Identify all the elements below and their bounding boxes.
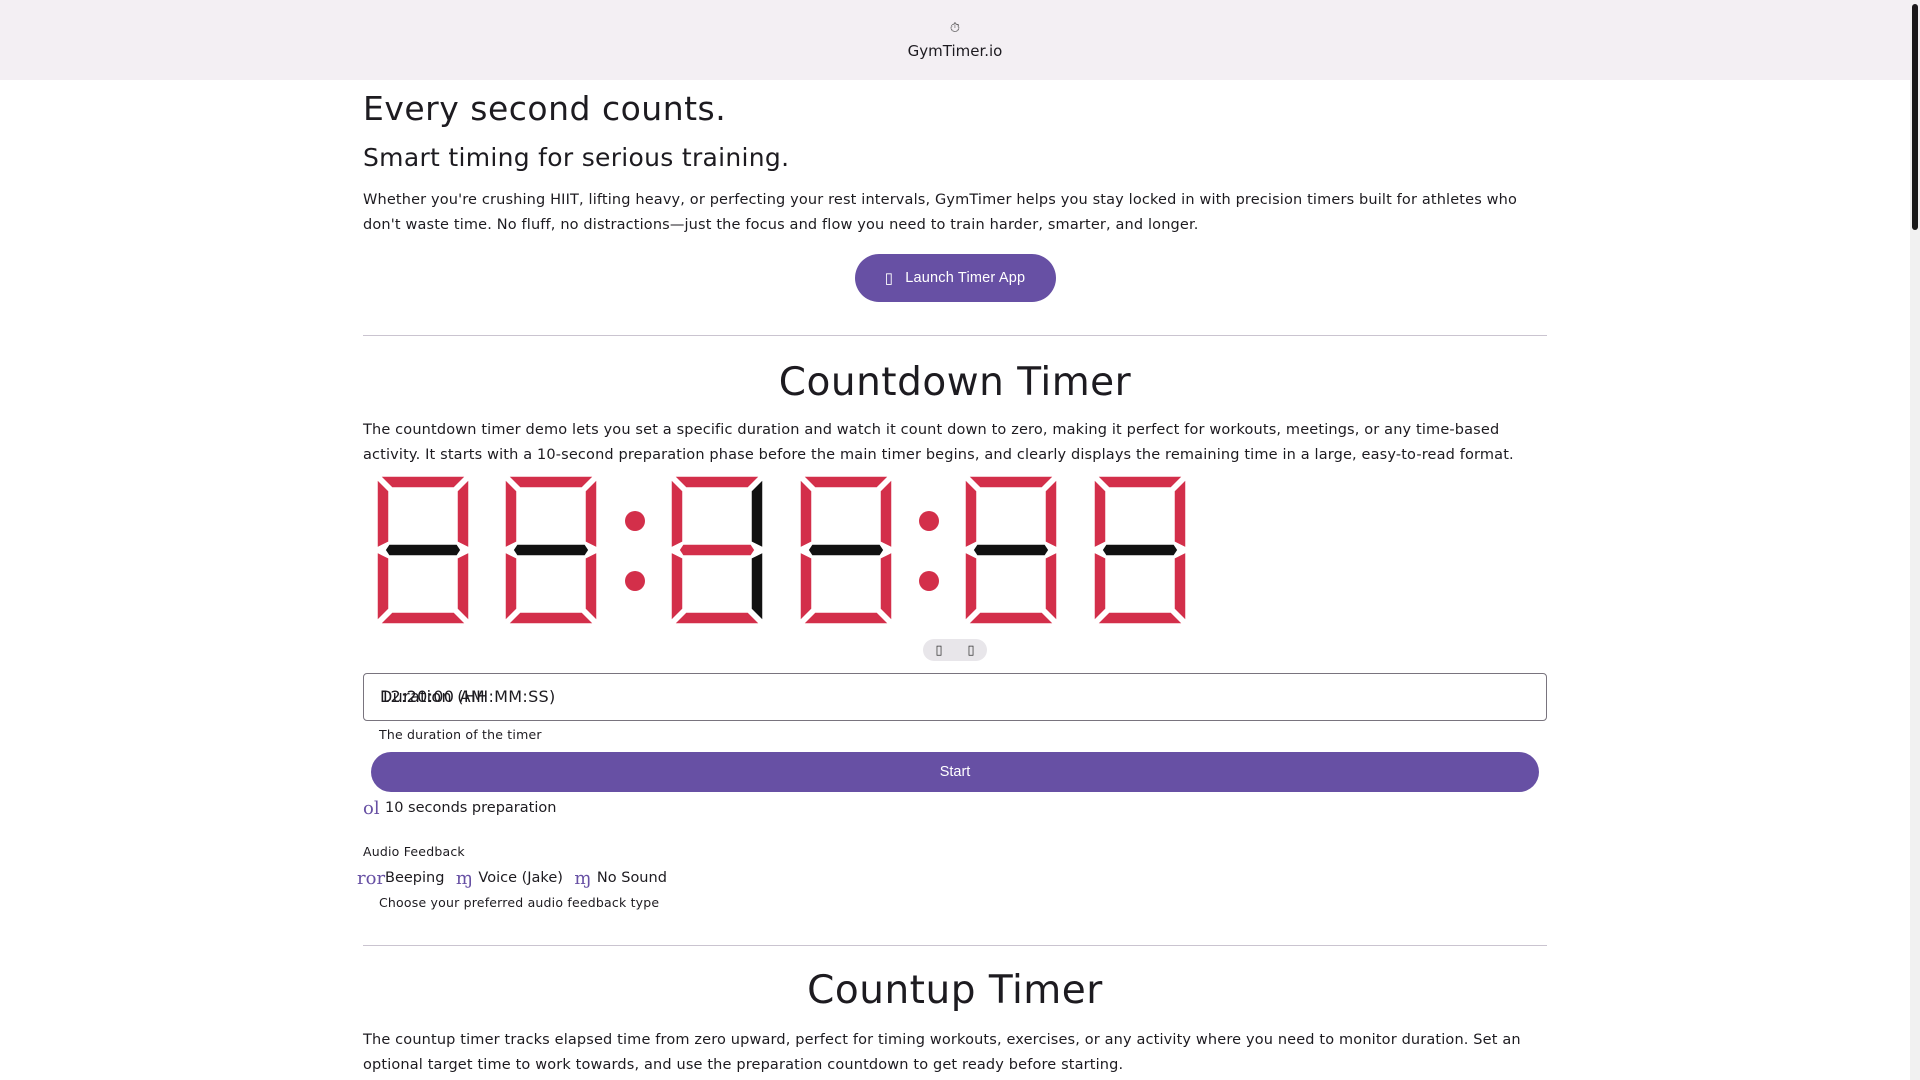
segment-g	[384, 543, 462, 557]
segment-b	[456, 477, 470, 550]
hero-title: Every second counts.	[363, 89, 727, 128]
display-digit	[670, 475, 764, 625]
preparation-toggle[interactable]: ol 10 seconds preparation	[363, 796, 1547, 820]
audio-option-no-sound[interactable]: ɱ No Sound	[569, 868, 667, 889]
segment-b	[1044, 477, 1058, 550]
timer-icon[interactable]: ⏱	[950, 20, 960, 38]
segment-f	[799, 477, 813, 550]
checkbox-icon[interactable]: ol	[363, 798, 385, 819]
audio-option-label: No Sound	[596, 870, 667, 886]
main-content: Every second counts. Smart timing for se…	[357, 80, 1547, 1077]
radio-icon[interactable]: ɱ	[450, 868, 478, 889]
segment-b	[584, 477, 598, 550]
segment-d	[378, 611, 468, 625]
segment-f	[1093, 477, 1107, 550]
display-digit	[964, 475, 1058, 625]
segment-b	[879, 477, 893, 550]
colon-dot	[625, 571, 645, 591]
segment-g	[972, 543, 1050, 557]
segment-e	[504, 550, 518, 623]
radio-icon[interactable]: ɱ	[569, 868, 597, 889]
segment-c	[879, 550, 893, 623]
countdown-title: Countdown Timer	[778, 360, 1132, 405]
audio-helper: Choose your preferred audio feedback typ…	[379, 895, 660, 910]
segment-e	[670, 550, 684, 623]
audio-feedback-label: Audio Feedback	[363, 844, 465, 859]
section-divider	[363, 945, 1547, 946]
audio-option-voice[interactable]: ɱ Voice (Jake)	[450, 868, 563, 889]
audio-option-label: Beeping	[385, 870, 445, 886]
display-mode-toggle[interactable]: ▯ ▯	[923, 639, 987, 661]
segment-f	[964, 477, 978, 550]
segment-d	[1095, 611, 1185, 625]
duration-field[interactable]: 12:20:00 AM Duration (HH:MM:SS)	[363, 673, 1547, 721]
segment-e	[799, 550, 813, 623]
segment-a	[506, 475, 596, 489]
toggle-left-icon[interactable]: ▯	[935, 643, 942, 658]
display-toggle: ▯ ▯	[363, 639, 1547, 661]
segment-b	[1173, 477, 1187, 550]
segment-a	[378, 475, 468, 489]
display-digit	[799, 475, 893, 625]
segment-b	[750, 477, 764, 550]
segment-g	[678, 543, 756, 557]
segment-c	[750, 550, 764, 623]
segment-a	[672, 475, 762, 489]
countdown-description: The countdown timer demo lets you set a …	[363, 422, 1514, 463]
toggle-right-icon[interactable]: ▯	[967, 643, 974, 658]
page-scrollbar[interactable]	[1910, 0, 1920, 1080]
segment-d	[801, 611, 891, 625]
segment-g	[807, 543, 885, 557]
segment-e	[964, 550, 978, 623]
app-title[interactable]: GymTimer.io	[908, 42, 1003, 60]
segment-g	[1101, 543, 1179, 557]
segment-g	[512, 543, 590, 557]
hero-subtitle: Smart timing for serious training.	[363, 143, 790, 172]
launch-timer-app-button[interactable]: ▯ Launch Timer App	[854, 254, 1056, 302]
duration-helper: The duration of the timer	[379, 727, 542, 742]
segment-c	[584, 550, 598, 623]
colon-dot	[625, 511, 645, 531]
display-digit	[504, 475, 598, 625]
segment-f	[670, 477, 684, 550]
colon-dot	[919, 511, 939, 531]
hero-description: Whether you're crushing HIIT, lifting he…	[363, 192, 1518, 233]
segment-e	[376, 550, 390, 623]
section-divider	[363, 335, 1547, 336]
scrollbar-thumb[interactable]	[1912, 4, 1918, 230]
segment-f	[504, 477, 518, 550]
segment-e	[1093, 550, 1107, 623]
segment-c	[1173, 550, 1187, 623]
colon-dot	[919, 571, 939, 591]
segment-a	[966, 475, 1056, 489]
rocket-icon: ▯	[884, 270, 894, 287]
audio-feedback-options: ror Beeping ɱ Voice (Jake) ɱ No Sound	[357, 865, 1547, 891]
audio-option-beeping[interactable]: ror Beeping	[357, 868, 445, 889]
segment-d	[506, 611, 596, 625]
preparation-label: 10 seconds preparation	[385, 800, 557, 816]
countup-title: Countup Timer	[807, 968, 1103, 1013]
display-digit	[1093, 475, 1187, 625]
segment-c	[456, 550, 470, 623]
launch-button-label: Launch Timer App	[905, 270, 1026, 286]
start-button[interactable]: Start	[371, 752, 1539, 792]
segment-d	[966, 611, 1056, 625]
countup-description: The countup timer tracks elapsed time fr…	[363, 1032, 1521, 1073]
duration-label: Duration (HH:MM:SS)	[380, 687, 556, 706]
app-bar: ⏱ GymTimer.io	[0, 0, 1910, 80]
display-digit	[376, 475, 470, 625]
seven-segment-display	[376, 475, 1187, 625]
segment-f	[376, 477, 390, 550]
segment-c	[1044, 550, 1058, 623]
segment-d	[672, 611, 762, 625]
countdown-display	[363, 475, 1547, 625]
segment-a	[801, 475, 891, 489]
segment-a	[1095, 475, 1185, 489]
radio-icon[interactable]: ror	[357, 868, 385, 889]
audio-option-label: Voice (Jake)	[478, 870, 563, 886]
